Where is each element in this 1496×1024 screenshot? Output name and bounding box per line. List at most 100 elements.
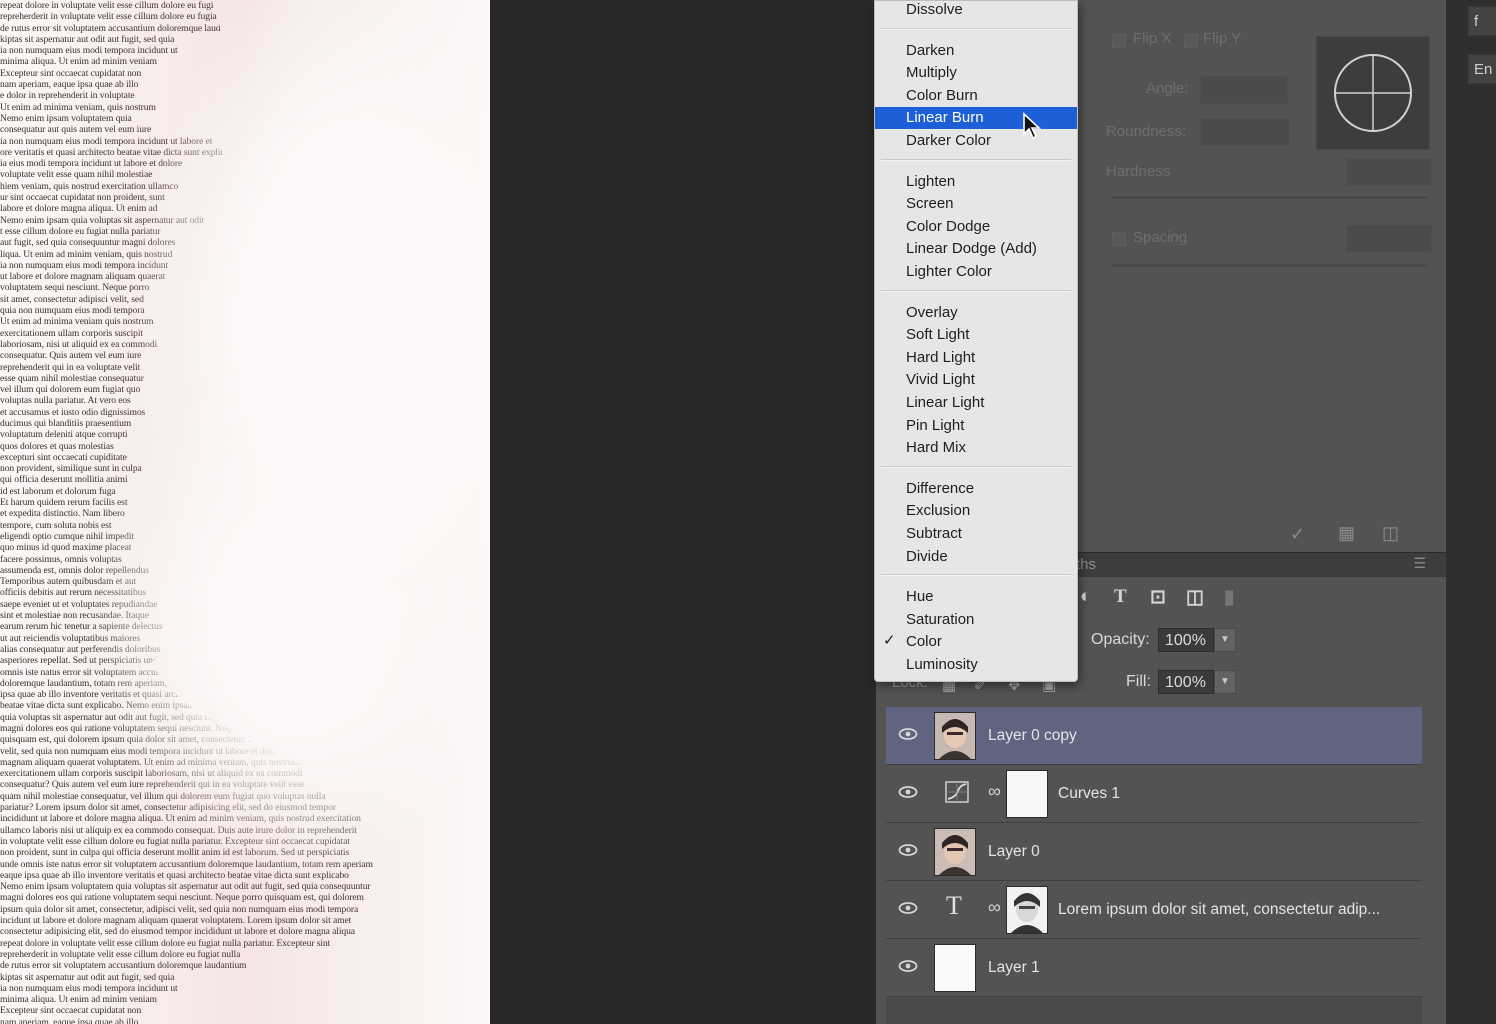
blend-mode-item-linear-dodge-add[interactable]: Linear Dodge (Add) [875, 238, 1077, 260]
layer-thumbnail [934, 712, 976, 760]
spacing-checkbox[interactable] [1112, 232, 1126, 246]
layer-name[interactable]: Layer 0 [988, 843, 1040, 861]
blend-mode-item-color[interactable]: Color [875, 631, 1077, 653]
angle-label: Angle: [1146, 80, 1189, 97]
fill-label: Fill: [1126, 673, 1151, 690]
canvas-text-line: magni dolores eos qui ratione voluptatem… [0, 892, 364, 904]
blend-mode-item-lighter-color[interactable]: Lighter Color [875, 261, 1077, 283]
layer-name[interactable]: Layer 0 copy [988, 727, 1077, 745]
layer-row[interactable]: Layer 0 copy [886, 707, 1422, 765]
layer-row[interactable]: Layer 1 [886, 939, 1422, 997]
hardness-slider[interactable] [1112, 196, 1428, 199]
spacing-slider[interactable] [1112, 264, 1428, 267]
layer-mask-thumbnail [1006, 770, 1048, 818]
blend-mode-item-difference[interactable]: Difference [875, 478, 1077, 500]
layer-list: Layer 0 copy ∞ Curves 1 Layer 0 T ∞ Lore… [886, 707, 1422, 1024]
layer-row[interactable]: ∞ Curves 1 [886, 765, 1422, 823]
layer-thumbnail [934, 828, 976, 876]
right-dock: f En [1446, 0, 1496, 1024]
shape-filter-icon[interactable]: ⊡ [1150, 586, 1166, 609]
curves-adjustment-icon [945, 781, 969, 803]
visibility-eye-icon[interactable] [898, 901, 918, 915]
chain-link-icon[interactable]: ∞ [988, 897, 1001, 918]
hardness-input[interactable] [1346, 158, 1432, 186]
toggle-preview-icon[interactable]: ✓ [1290, 524, 1305, 545]
tab-paths[interactable]: ths [1076, 556, 1096, 573]
new-brush-icon[interactable]: ◫ [1382, 523, 1399, 544]
layer-name[interactable]: Lorem ipsum dolor sit amet, consectetur … [1058, 901, 1380, 919]
canvas-text-line: nam aperiam, eaque ipsa quae ab illo [0, 1016, 139, 1024]
visibility-eye-icon[interactable] [898, 843, 918, 857]
menu-separator [881, 574, 1071, 577]
canvas-text-line: Nemo enim ipsam voluptatem quia voluptas… [0, 881, 371, 893]
blend-mode-item-darker-color[interactable]: Darker Color [875, 130, 1077, 152]
canvas-text-line: non proident, sunt in culpa qui officia … [0, 847, 350, 859]
mouse-pointer-icon [1023, 112, 1042, 140]
layer-name[interactable]: Layer 1 [988, 959, 1040, 977]
blend-mode-item-color-burn[interactable]: Color Burn [875, 85, 1077, 107]
fill-dropdown-icon[interactable]: ▼ [1214, 670, 1236, 694]
visibility-eye-icon[interactable] [898, 727, 918, 741]
canvas-text-line: incidunt ut labore et dolore magnam aliq… [0, 915, 352, 927]
blend-mode-item-linear-light[interactable]: Linear Light [875, 392, 1077, 414]
brush-grid-icon[interactable]: ▦ [1338, 523, 1355, 544]
canvas-text-line: consectetur adipisicing elit, sed do eiu… [0, 926, 355, 938]
canvas-text-line: repreherderit in voluptate velit esse ci… [0, 948, 241, 960]
blend-mode-item-exclusion[interactable]: Exclusion [875, 500, 1077, 522]
blend-mode-item-luminosity[interactable]: Luminosity [875, 654, 1077, 676]
roundness-input[interactable] [1200, 118, 1290, 146]
brush-panel-footer: ✓ ▦ ◫ [1076, 518, 1446, 552]
canvas-text-line: ipsum quia dolor sit amet, consectetur, … [0, 903, 359, 915]
menu-separator [881, 27, 1071, 30]
menu-separator [881, 158, 1071, 161]
blend-mode-item-lighten[interactable]: Lighten [875, 171, 1077, 193]
fill-input[interactable]: 100% [1158, 670, 1214, 694]
blend-mode-item-linear-burn[interactable]: Linear Burn [875, 107, 1077, 130]
panel-menu-icon[interactable]: ☰ [1413, 555, 1426, 572]
blend-mode-item-color-dodge[interactable]: Color Dodge [875, 216, 1077, 238]
layer-row[interactable]: T ∞ Lorem ipsum dolor sit amet, consecte… [886, 881, 1422, 939]
blend-mode-item-divide[interactable]: Divide [875, 546, 1077, 568]
blend-mode-item-pin-light[interactable]: Pin Light [875, 415, 1077, 437]
opacity-label: Opacity: [1091, 631, 1150, 648]
blend-mode-item-vivid-light[interactable]: Vivid Light [875, 369, 1077, 391]
dock-button-2[interactable]: En [1468, 54, 1496, 84]
canvas-text-line: eaque ipsa quae ab illo inventore verita… [0, 869, 349, 881]
type-filter-icon[interactable]: T [1114, 586, 1127, 608]
blend-mode-item-subtract[interactable]: Subtract [875, 523, 1077, 545]
crosshair-circle-icon [1334, 54, 1412, 132]
opacity-input[interactable]: 100% [1158, 628, 1214, 652]
blend-mode-item-soft-light[interactable]: Soft Light [875, 324, 1077, 346]
blend-mode-menu: Dissolve Darken Multiply Color Burn Linear B… [874, 0, 1078, 682]
flip-x-checkbox[interactable] [1112, 34, 1126, 48]
blend-mode-item-darken[interactable]: Darken [875, 40, 1077, 62]
blend-mode-item-hue[interactable]: Hue [875, 586, 1077, 608]
hardness-label: Hardness [1106, 163, 1171, 180]
blend-mode-item-overlay[interactable]: Overlay [875, 302, 1077, 324]
menu-separator [881, 465, 1071, 468]
chain-link-icon[interactable]: ∞ [988, 781, 1001, 802]
spacing-label: Spacing [1133, 229, 1188, 246]
flip-y-checkbox[interactable] [1184, 34, 1198, 48]
brush-tip-preview[interactable] [1316, 36, 1430, 150]
opacity-dropdown-icon[interactable]: ▼ [1214, 628, 1236, 652]
spacing-input[interactable] [1346, 225, 1432, 253]
filter-toggle-icon[interactable]: ▮ [1224, 586, 1234, 609]
layer-mask-thumbnail [1006, 886, 1048, 934]
document-canvas[interactable]: repeat dolore in voluptate velit esse ci… [0, 0, 490, 1024]
canvas-text-line: unde omnis iste natus error sit voluptat… [0, 858, 373, 870]
blend-mode-item-dissolve[interactable]: Dissolve [875, 0, 1077, 21]
visibility-eye-icon[interactable] [898, 785, 918, 799]
layer-name[interactable]: Curves 1 [1058, 785, 1120, 803]
dock-button-1[interactable]: f [1468, 6, 1496, 36]
adjustment-filter-icon[interactable]: ◐ [1080, 586, 1091, 608]
layer-row[interactable]: Layer 0 [886, 823, 1422, 881]
blend-mode-item-multiply[interactable]: Multiply [875, 62, 1077, 84]
blend-mode-item-screen[interactable]: Screen [875, 193, 1077, 215]
blend-mode-item-hard-light[interactable]: Hard Light [875, 347, 1077, 369]
blend-mode-item-saturation[interactable]: Saturation [875, 609, 1077, 631]
smart-object-filter-icon[interactable]: ◫ [1186, 586, 1204, 609]
angle-input[interactable] [1200, 76, 1288, 104]
visibility-eye-icon[interactable] [898, 959, 918, 973]
blend-mode-item-hard-mix[interactable]: Hard Mix [875, 437, 1077, 459]
